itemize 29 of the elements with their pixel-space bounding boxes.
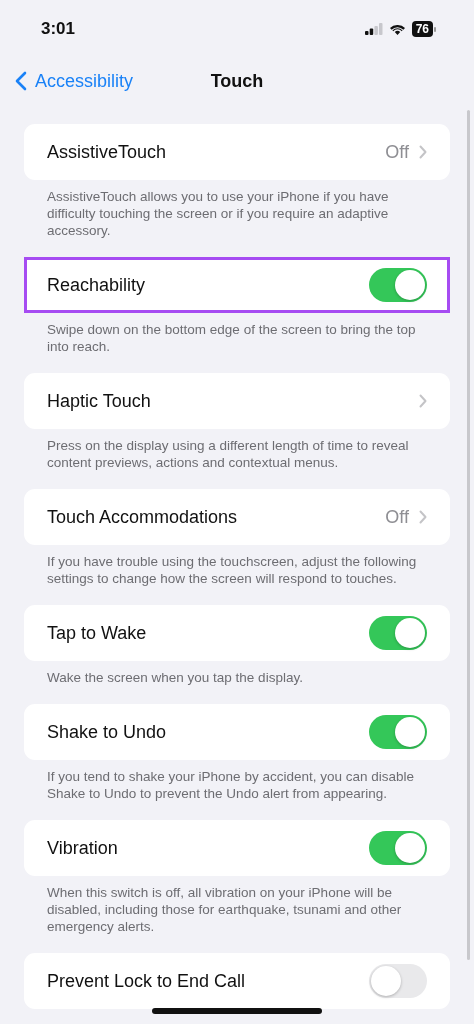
row-description: If you have trouble using the touchscreen, adjust the following settings to change how the screen will respond to touches. [46, 553, 418, 587]
battery-icon: 76 [411, 21, 436, 37]
settings-row[interactable]: Vibration [24, 820, 450, 876]
row-description: Press on the display using a different length of time to reveal content previews, actions and contextual menus. [46, 437, 410, 471]
settings-row[interactable]: AssistiveTouch Off [24, 124, 450, 180]
back-chevron-icon [15, 71, 27, 91]
settings-row[interactable]: Shake to Undo [24, 704, 450, 760]
page-title: Touch [210, 70, 264, 92]
row-description: AssistiveTouch allows you to use your iPhone if you have difficulty touching the screen or if you require an adaptive accessory. [46, 188, 390, 239]
settings-row[interactable]: Touch Accommodations Off [24, 489, 450, 545]
toggle-switch[interactable] [369, 831, 427, 865]
settings-row[interactable]: Tap to Wake [24, 605, 450, 661]
toggle-switch[interactable] [369, 268, 427, 302]
settings-row[interactable]: Haptic Touch [24, 373, 450, 429]
row-description: Wake the screen when you tap the display. [46, 669, 304, 686]
status-time: 3:01 [41, 19, 76, 39]
wifi-icon [388, 23, 406, 35]
signal-icon [364, 23, 383, 35]
row-description: When this switch is off, all vibration on your iPhone will be disabled, including those for earthquake, tsunami and other emergency alerts. [46, 884, 403, 935]
settings-row[interactable]: Prevent Lock to End Call [24, 953, 450, 1009]
chevron-icon [419, 145, 427, 159]
chevron-icon [419, 510, 427, 524]
toggle-switch[interactable] [369, 616, 427, 650]
row-description: Swipe down on the bottom edge of the screen to bring the top into reach. [46, 321, 417, 355]
toggle-switch[interactable] [369, 964, 427, 998]
row-description: If you tend to shake your iPhone by accident, you can disable Shake to Undo to prevent the Undo alert from appearing. [46, 768, 415, 802]
settings-row[interactable]: Reachability [24, 257, 450, 313]
chevron-icon [419, 394, 427, 408]
toggle-switch[interactable] [369, 715, 427, 749]
